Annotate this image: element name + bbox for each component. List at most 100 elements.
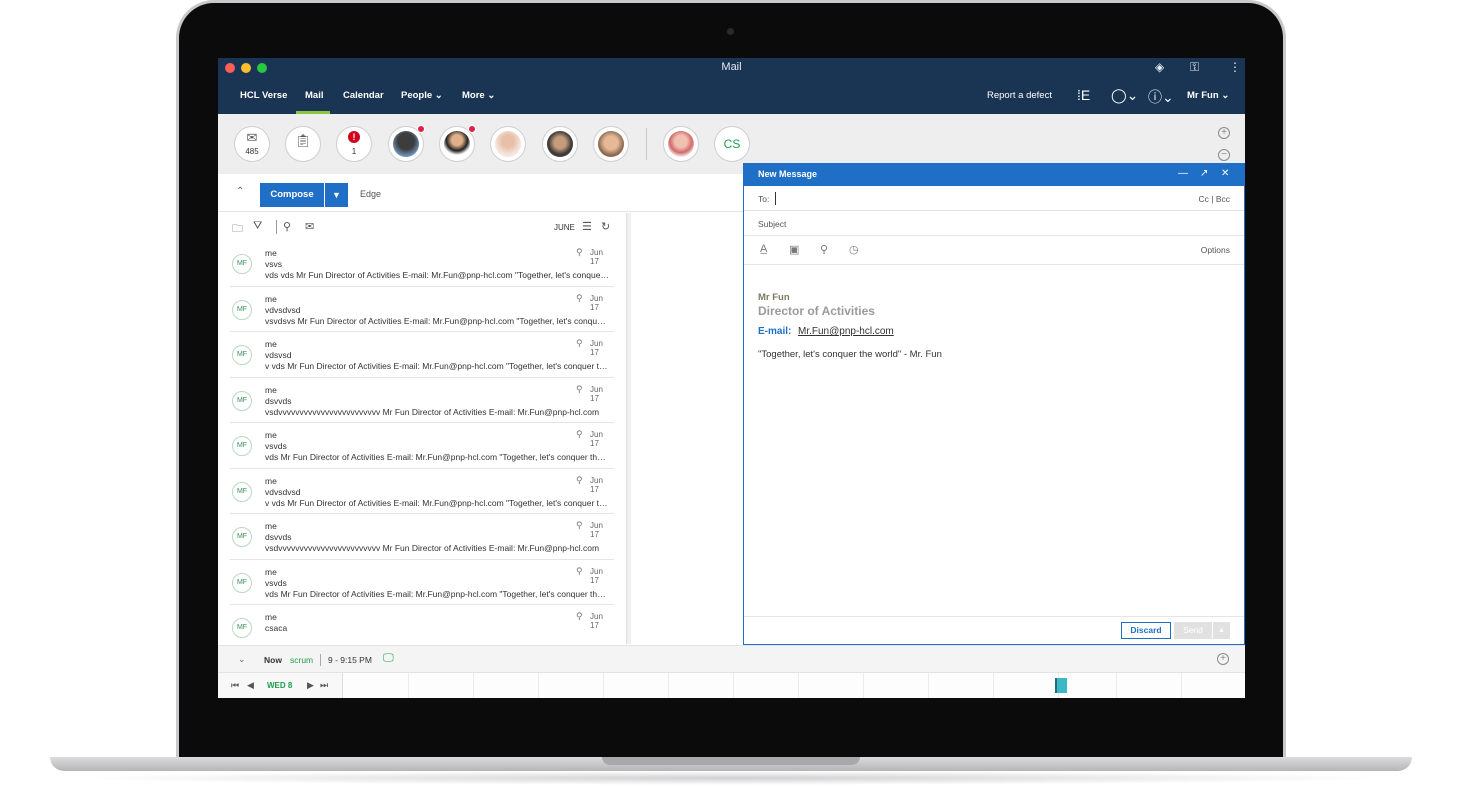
filter-icon[interactable]: ⛛ [253,220,262,233]
contact-bubble-cs[interactable]: CS [714,126,750,162]
contact-bubble-6[interactable] [663,126,699,162]
first-day-icon[interactable]: ⏮︎ [231,680,239,691]
list-item[interactable]: MF me vdvsdvsd v vds Mr Fun Director of Act… [230,469,614,514]
mail-subject: dsvvds [265,395,292,406]
org-chart-icon[interactable]: ⁞E [1077,87,1090,103]
month-label: JUNE [554,223,575,232]
contact-bubble-2[interactable] [439,125,476,162]
timeline-event[interactable] [1055,678,1067,693]
previous-day-icon[interactable]: ◀ [247,680,254,691]
brand-label[interactable]: HCL Verse [240,90,287,101]
tab-more[interactable]: More ⌄ [462,90,495,101]
tasks-bubble[interactable]: 📋︎ [285,126,321,162]
options-button[interactable]: Options [1201,245,1230,255]
text-format-icon[interactable]: A̲ [760,243,767,255]
unread-dot [468,125,476,133]
list-item[interactable]: MF me vdvsdvsd vsvdsvs Mr Fun Director of A… [230,287,614,332]
next-day-icon[interactable]: ▶ [307,680,314,691]
meeting-screen-icon[interactable]: 🖵︎ [383,652,394,665]
send-options-icon[interactable]: ▲ [1213,622,1230,639]
folder-icon[interactable]: 🗀︎ [232,220,243,239]
mail-subject: vsvds [265,441,287,451]
tab-calendar[interactable]: Calendar [343,90,384,101]
tab-people[interactable]: People ⌄ [401,90,443,101]
timeline-tick [798,673,799,698]
mail-date: Jun 17 [590,248,603,266]
add-event-icon[interactable]: + [1217,653,1229,665]
app-screen: Mail ◈ ⚿ ⋮ HCL Verse Mail Calendar Peopl… [218,58,1245,698]
last-day-icon[interactable]: ⏭︎ [320,680,328,691]
subject-placeholder: Subject [758,219,787,229]
extension-icon[interactable]: ◈ [1155,60,1164,74]
kebab-menu-icon[interactable]: ⋮ [1229,60,1241,74]
event-name[interactable]: scrum [290,655,313,665]
user-name: Mr Fun [1187,90,1219,101]
collapse-up-icon[interactable]: ⌃ [236,186,244,197]
list-item[interactable]: MF me vsvs vds vds Mr Fun Director of Activ… [230,241,614,287]
report-defect-link[interactable]: Report a defect [987,90,1052,101]
timeline-tick [668,673,669,698]
contact-bubble-5[interactable] [593,126,629,162]
help-icon[interactable]: ⓘ⌄ [1148,87,1174,107]
attachment-icon: ⚲ [576,338,583,348]
attachment-icon: ⚲ [576,247,583,257]
sender-avatar: MF [232,481,252,502]
compose-dropdown-icon[interactable]: ▼ [325,183,348,207]
list-item[interactable]: MF me vsvds vds Mr Fun Director of Activiti… [230,423,614,469]
list-item[interactable]: MF me vsvds vds Mr Fun Director of Activiti… [230,560,614,605]
attachment-filter-icon[interactable]: ⚲ [283,220,291,233]
mail-list-pane: 🗀︎ ⛛ ⚲ ✉ JUNE ☰ ↻ MF me vsvs vds vds Mr Fun… [218,213,627,644]
clock-icon[interactable]: ◷ [849,243,859,256]
lightbulb-icon[interactable]: ◯⌄ [1111,87,1138,104]
refresh-icon[interactable]: ↻ [601,220,610,233]
mail-date: Jun 17 [590,384,603,403]
attachment-icon: ⚲ [576,429,583,439]
contact-bubble-4[interactable] [542,126,578,162]
add-bubble-icon[interactable]: + [1218,127,1230,139]
discard-button[interactable]: Discard [1121,622,1171,639]
contact-bubble-3[interactable] [490,126,526,162]
image-icon[interactable]: ▣ [789,243,799,256]
avatar [495,131,521,157]
cc-bcc-toggle[interactable]: Cc | Bcc [1199,194,1231,204]
unread-filter-icon[interactable]: ✉ [305,220,314,233]
inbox-icon: ✉ [246,130,258,145]
timeline-tick [733,673,734,698]
timeline-tick [408,673,409,698]
signature-email-link[interactable]: Mr.Fun@pnp-hcl.com [798,326,894,337]
now-label: Now [264,655,282,665]
laptop-notch [602,757,860,765]
attachment-icon[interactable]: ⚲ [820,243,828,256]
sender-avatar: MF [232,254,252,274]
to-field[interactable]: To: Cc | Bcc [744,186,1244,211]
mail-date: Jun 17 [590,293,603,312]
chevron-down-icon[interactable]: ⌄ [238,654,246,665]
chevron-down-icon: ⌄ [1221,90,1230,101]
key-icon[interactable]: ⚿ [1190,60,1199,75]
remove-bubble-icon[interactable]: − [1218,149,1230,161]
list-item[interactable]: MF me csaca Jun 17 ⚲ [230,605,614,644]
tab-mail[interactable]: Mail [305,90,323,101]
list-item[interactable]: MF me vdsvsd v vds Mr Fun Director of Activ… [230,332,614,378]
subject-field[interactable]: Subject [744,211,1244,236]
minimize-icon[interactable]: — [1178,168,1188,179]
send-button[interactable]: Send [1174,622,1212,639]
sender-avatar: MF [232,527,252,547]
alerts-bubble[interactable]: ! 1 [336,126,372,162]
reading-pane [631,213,743,644]
compose-button[interactable]: Compose [260,183,324,207]
list-view-icon[interactable]: ☰ [582,220,592,233]
sender-name: me [265,612,277,622]
contact-bubble-1[interactable] [388,125,425,162]
attachment-icon: ⚲ [576,292,583,303]
toolbar-divider [276,220,277,234]
pop-out-icon[interactable]: ↗ [1200,168,1208,179]
close-icon[interactable]: ✕ [1221,168,1229,179]
inbox-bubble[interactable]: ✉ 485 [234,126,270,162]
list-item[interactable]: MF me dsvvds vsdvvvvvvvvvvvvvvvvvvvvvvvv Mr… [230,514,614,560]
mail-preview: vds Mr Fun Director of Activities E-mail… [265,452,610,462]
mail-subject: csaca [265,623,288,633]
mail-preview: vsdvvvvvvvvvvvvvvvvvvvvvvvv Mr Fun Direc… [265,406,600,417]
user-menu[interactable]: Mr Fun ⌄ [1187,90,1229,101]
list-item[interactable]: MF me dsvvds vsdvvvvvvvvvvvvvvvvvvvvvvvv Mr… [230,378,614,423]
